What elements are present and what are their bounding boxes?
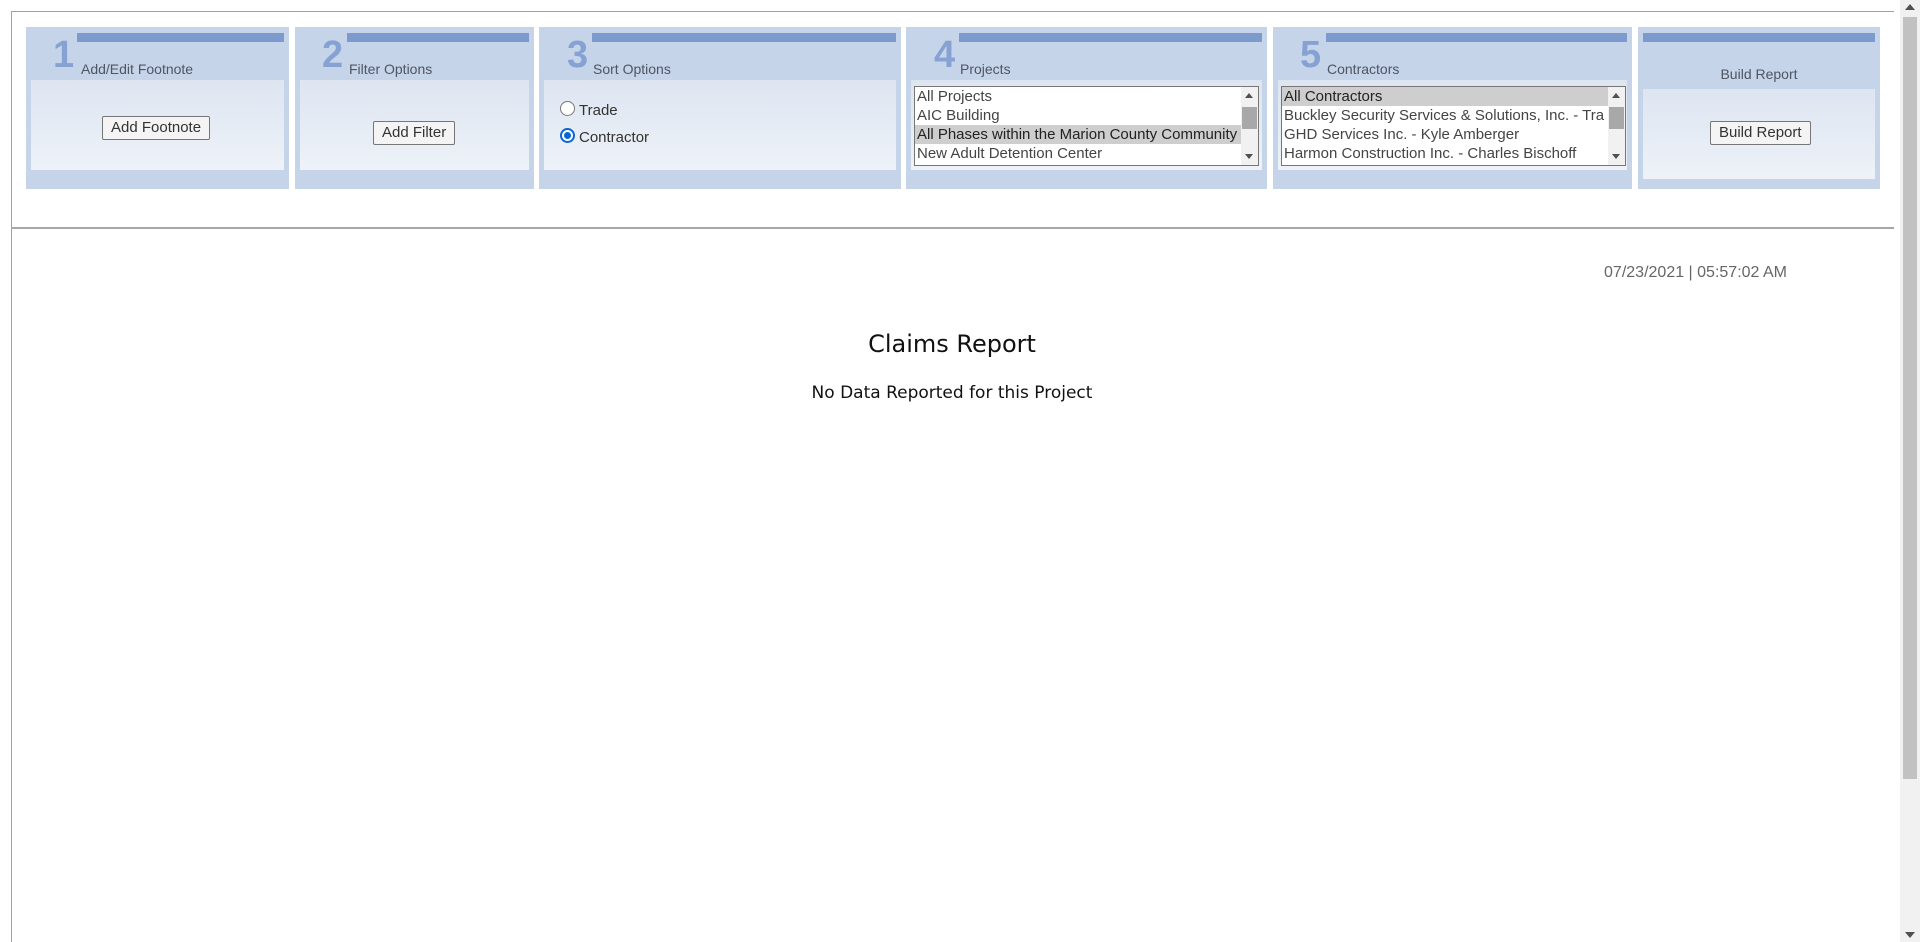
step-title: Sort Options — [593, 61, 671, 77]
contractor-option[interactable]: GHD Services Inc. - Kyle Amberger — [1282, 125, 1608, 144]
add-filter-button[interactable]: Add Filter — [373, 121, 456, 145]
add-footnote-button[interactable]: Add Footnote — [102, 116, 211, 140]
contractors-listbox[interactable]: All Contractors Buckley Security Service… — [1281, 86, 1626, 166]
step-bar — [347, 33, 529, 42]
report-title: Claims Report — [868, 330, 1036, 358]
step-title: Build Report — [1720, 66, 1798, 82]
scrollbar-thumb[interactable] — [1609, 107, 1624, 129]
step-body: Build Report — [1643, 89, 1875, 179]
step-build-report: Build Report Build Report — [1638, 27, 1880, 189]
step-bar — [1326, 33, 1627, 42]
step-title: Projects — [960, 61, 1011, 77]
project-option[interactable]: AIC Building — [915, 106, 1241, 125]
step-body: All Projects AIC Building All Phases wit… — [911, 80, 1262, 170]
scrollbar-thumb[interactable] — [1903, 17, 1917, 779]
sort-trade-option[interactable]: Trade — [560, 101, 618, 119]
step-contractors: 5 Contractors All Contractors Buckley Se… — [1273, 27, 1632, 189]
step-number: 1 — [53, 34, 75, 76]
step-bar — [959, 33, 1262, 42]
step-number: 5 — [1300, 34, 1322, 76]
step-projects: 4 Projects All Projects AIC Building All… — [906, 27, 1267, 189]
step-sort: 3 Sort Options Trade Contractor — [539, 27, 901, 189]
scroll-up-icon[interactable] — [1245, 93, 1253, 98]
build-report-button[interactable]: Build Report — [1710, 121, 1811, 145]
sort-trade-radio[interactable] — [560, 101, 575, 116]
step-body: Add Filter — [300, 80, 529, 170]
empty-state-message: No Data Reported for this Project — [811, 383, 1093, 403]
step-number: 4 — [934, 34, 956, 76]
contractor-option[interactable]: Buckley Security Services & Solutions, I… — [1282, 106, 1608, 125]
contractors-scrollbar[interactable] — [1608, 87, 1625, 165]
sort-contractor-radio[interactable] — [560, 128, 575, 143]
project-option[interactable]: All Phases within the Marion County Comm… — [915, 125, 1241, 144]
project-option[interactable]: New Adult Detention Center — [915, 144, 1241, 163]
contractor-option[interactable]: Harmon Construction Inc. - Charles Bisch… — [1282, 144, 1608, 163]
step-bar — [1643, 33, 1875, 42]
page-scrollbar[interactable] — [1900, 0, 1920, 942]
step-footnote: 1 Add/Edit Footnote Add Footnote — [26, 27, 289, 189]
step-number: 2 — [322, 34, 344, 76]
scroll-up-icon[interactable] — [1612, 93, 1620, 98]
step-body: Trade Contractor — [544, 80, 896, 170]
step-body: All Contractors Buckley Security Service… — [1278, 80, 1627, 170]
report-timestamp: 07/23/2021 | 05:57:02 AM — [1604, 264, 1787, 281]
toolbar-divider — [11, 227, 1894, 229]
step-number: 3 — [567, 34, 589, 76]
scroll-down-icon[interactable] — [1905, 932, 1915, 938]
scroll-up-icon[interactable] — [1905, 4, 1915, 10]
report-toolbar: 1 Add/Edit Footnote Add Footnote 2 Filte… — [15, 15, 1880, 189]
step-bar — [592, 33, 896, 42]
sort-contractor-label: Contractor — [579, 129, 650, 146]
scroll-down-icon[interactable] — [1245, 154, 1253, 159]
step-title: Contractors — [1327, 61, 1400, 77]
step-body: Add Footnote — [31, 80, 284, 170]
sort-trade-label: Trade — [579, 102, 618, 119]
step-title: Filter Options — [349, 61, 433, 77]
step-filter: 2 Filter Options Add Filter — [295, 27, 534, 189]
step-title: Add/Edit Footnote — [81, 61, 194, 77]
scroll-down-icon[interactable] — [1612, 154, 1620, 159]
scrollbar-thumb[interactable] — [1242, 107, 1257, 129]
projects-listbox[interactable]: All Projects AIC Building All Phases wit… — [914, 86, 1259, 166]
projects-scrollbar[interactable] — [1241, 87, 1258, 165]
project-option[interactable]: All Projects — [915, 87, 1241, 106]
step-bar — [77, 33, 284, 42]
contractor-option[interactable]: All Contractors — [1282, 87, 1608, 106]
sort-contractor-option[interactable]: Contractor — [560, 128, 650, 146]
